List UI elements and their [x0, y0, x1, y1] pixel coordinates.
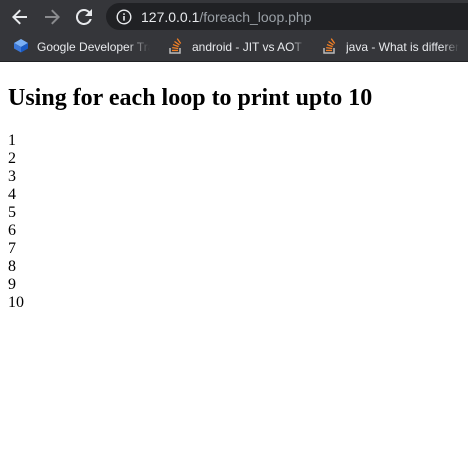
output-line: 2 [8, 150, 16, 167]
output-line: 4 [8, 186, 16, 203]
url-path: /foreach_loop.php [199, 8, 312, 25]
output-line: 8 [8, 258, 16, 275]
stackoverflow-icon [322, 37, 338, 57]
output-line: 6 [8, 222, 16, 239]
bookmarks-bar: Google Developer Training android - JIT … [0, 33, 468, 62]
info-icon[interactable] [116, 8, 132, 25]
google-developers-icon [13, 38, 29, 57]
output-line: 5 [8, 204, 16, 221]
output-list: 1 2 3 4 5 6 7 8 9 10 [8, 132, 468, 312]
bookmark-label: java - What is difference [346, 40, 459, 54]
url-host: 127.0.0.1 [141, 8, 200, 25]
back-icon[interactable] [9, 6, 31, 28]
reload-icon[interactable] [73, 6, 95, 28]
bookmark-java-difference[interactable]: java - What is difference [322, 33, 459, 61]
stackoverflow-icon [168, 37, 184, 57]
bookmark-label: android - JIT vs AOT Compilation [192, 40, 305, 54]
output-line: 9 [8, 276, 16, 293]
output-line: 1 [8, 132, 16, 149]
url-text: 127.0.0.1/foreach_loop.php [141, 9, 311, 25]
output-line: 3 [8, 168, 16, 185]
browser-toolbar: 127.0.0.1/foreach_loop.php [0, 0, 468, 33]
bookmark-google-developer-training[interactable]: Google Developer Training [13, 33, 150, 61]
page-heading: Using for each loop to print upto 10 [8, 85, 373, 111]
forward-icon[interactable] [41, 6, 63, 28]
page-content: Using for each loop to print upto 10 1 2… [8, 62, 468, 312]
bookmark-jit-vs-aot[interactable]: android - JIT vs AOT Compilation [168, 33, 305, 61]
output-line: 10 [8, 294, 24, 311]
address-bar[interactable]: 127.0.0.1/foreach_loop.php [106, 3, 468, 30]
bookmark-label: Google Developer Training [37, 40, 150, 54]
output-line: 7 [8, 240, 16, 257]
